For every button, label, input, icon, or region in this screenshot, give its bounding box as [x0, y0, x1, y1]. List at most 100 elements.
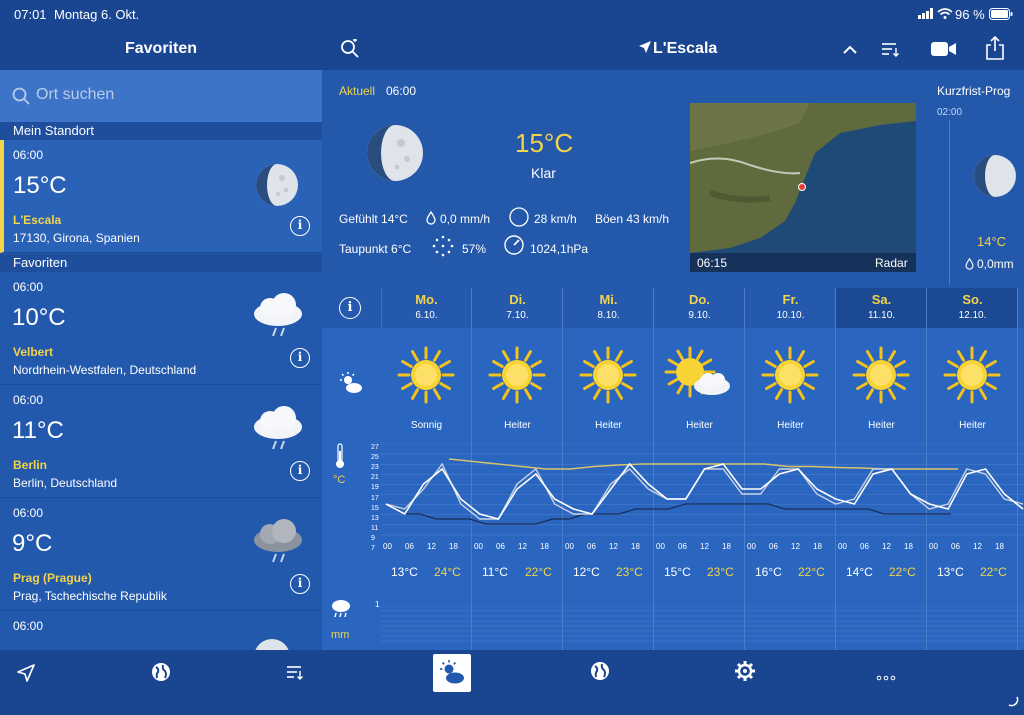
info-button[interactable]: i	[290, 348, 310, 368]
day-name: Mo.	[415, 292, 438, 307]
wind-direction-icon	[509, 207, 529, 232]
battery-percent: 96 %	[955, 7, 985, 22]
day-header[interactable]: Di. 7.10.	[472, 288, 563, 328]
day-date: 8.10.	[597, 310, 620, 321]
rain-cloud-icon	[250, 405, 306, 462]
day-max-temp: 23°C	[616, 565, 643, 579]
video-camera-icon[interactable]	[931, 41, 957, 62]
day-name: Mi.	[599, 292, 618, 307]
short-term-temp: 14°C	[977, 234, 1007, 249]
info-button[interactable]: i	[290, 461, 310, 481]
day-condition: Heiter	[595, 420, 622, 431]
globe-icon[interactable]	[590, 661, 610, 686]
day-header[interactable]: Sa. 11.10.	[836, 288, 927, 328]
battery-icon	[989, 8, 1013, 23]
search-placeholder: Ort suchen	[36, 86, 115, 103]
y-tick-label: 15	[371, 504, 379, 512]
status-date: Montag 6. Okt.	[54, 7, 140, 22]
location-item-current[interactable]: 06:00 15°C L'Escala 17130, Girona, Spani…	[0, 140, 322, 253]
y-tick-label: 27	[371, 444, 379, 451]
current-temp: 15°C	[515, 128, 574, 158]
day-header[interactable]: Mi. 8.10.	[563, 288, 654, 328]
current-time: 06:00	[386, 84, 417, 98]
feels-like-line	[385, 462, 1024, 520]
location-temp: 9°C	[12, 530, 53, 557]
globe-icon[interactable]	[151, 662, 171, 687]
day-condition: Heiter	[686, 420, 713, 431]
raindrop-icon	[965, 257, 974, 275]
info-button[interactable]: i	[339, 297, 361, 319]
pressure: 1024,1hPa	[530, 242, 589, 256]
day-name: Fr.	[782, 292, 799, 307]
location-item-berlin[interactable]: 06:00 11°C Berlin Berlin, Deutschland i	[0, 385, 322, 498]
search-input[interactable]: Ort suchen	[0, 70, 322, 122]
humidity: 57%	[462, 242, 487, 256]
day-date: 12.10.	[958, 310, 987, 321]
day-name: Di.	[509, 292, 526, 307]
radar-map[interactable]: 06:15 Radar	[690, 103, 916, 272]
short-term-time: 02:00	[937, 107, 963, 118]
chevron-up-icon[interactable]	[843, 42, 857, 60]
short-term-divider	[949, 120, 950, 285]
sort-icon[interactable]	[881, 41, 901, 62]
gear-icon[interactable]	[734, 660, 756, 687]
moon-icon	[252, 637, 292, 650]
signal-icon	[918, 7, 934, 22]
day-date: 10.10.	[776, 310, 805, 321]
location-temp: 15°C	[13, 172, 67, 199]
rain-cloud-icon	[250, 292, 306, 349]
loading-spinner-icon	[1007, 694, 1019, 712]
location-title: L'Escala	[653, 40, 718, 57]
day-max-temp: 22°C	[525, 565, 552, 579]
temperature-line	[385, 462, 1024, 520]
feels-like: Gefühlt 14°C	[339, 212, 408, 226]
location-temp: 11°C	[12, 417, 64, 444]
day-header[interactable]: So. 12.10.	[927, 288, 1018, 328]
y-tick-label: 21	[371, 474, 379, 482]
precipitation-chart	[381, 606, 1024, 642]
sun-icon	[488, 346, 546, 409]
current-conditions: Aktuell 06:00 15°C Klar Gefühlt 14°C 0,0…	[322, 70, 1024, 288]
location-name: Prag (Prague)	[13, 571, 92, 585]
location-time: 06:00	[13, 280, 44, 294]
dark-rain-cloud-icon	[250, 518, 306, 575]
location-item-partial[interactable]: 06:00	[0, 611, 322, 650]
share-icon[interactable]	[985, 35, 1005, 65]
dewpoint: Taupunkt 6°C	[339, 242, 412, 256]
thermometer-icon	[333, 443, 347, 474]
day-header[interactable]: Do. 9.10.	[654, 288, 745, 328]
sun-icon	[852, 346, 910, 409]
day-header[interactable]: Mo. 6.10.	[381, 288, 472, 328]
moon-icon	[365, 123, 425, 188]
day-condition: Heiter	[959, 420, 986, 431]
short-term-precip: 0,0mm	[977, 257, 1014, 271]
day-min-temp: 14°C	[846, 565, 873, 579]
location-sub: Nordrhein-Westfalen, Deutschland	[13, 363, 197, 377]
status-bar: 07:01 Montag 6. Okt. 96 %	[0, 0, 1024, 28]
location-search-icon[interactable]	[340, 38, 360, 64]
wind-gusts: Böen 43 km/h	[595, 212, 670, 226]
radar-label: Radar	[875, 256, 908, 270]
day-min-temp: 13°C	[937, 565, 964, 579]
tab-weather[interactable]	[433, 654, 471, 692]
info-button[interactable]: i	[290, 216, 310, 236]
my-location-header: Mein Standort	[0, 122, 322, 140]
raindrop-icon	[426, 210, 436, 230]
y-tick-label: 23	[371, 464, 379, 472]
sun-cloud-small-icon	[339, 372, 363, 399]
day-name: Do.	[689, 292, 710, 307]
day-min-temp: 11°C	[482, 565, 508, 579]
location-item-velbert[interactable]: 06:00 10°C Velbert Nordrhein-Westfalen, …	[0, 272, 322, 385]
y-tick-label: 11	[371, 524, 379, 532]
short-term-title: Kurzfrist-Prog	[937, 84, 1011, 98]
dewpoint-line	[403, 503, 951, 525]
sort-icon[interactable]	[286, 664, 304, 685]
y-tick-label: 9	[371, 534, 375, 542]
info-button[interactable]: i	[290, 574, 310, 594]
more-icon[interactable]	[876, 668, 896, 686]
sun-cloud-icon	[664, 346, 734, 409]
wind-speed: 28 km/h	[534, 212, 577, 226]
location-item-prag[interactable]: 06:00 9°C Prag (Prague) Prag, Tschechisc…	[0, 498, 322, 611]
day-header[interactable]: Fr. 10.10.	[745, 288, 836, 328]
location-arrow-icon[interactable]	[17, 664, 35, 687]
